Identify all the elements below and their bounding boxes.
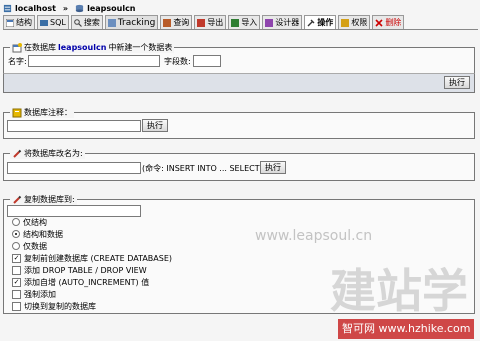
radio-structure-and-data-button[interactable]	[12, 230, 20, 238]
create-table-fieldset: 在数据库 leapsoulcn 中新建一个数据表 名字: 字段数:	[3, 42, 475, 74]
tab-bar: 结构 SQL 搜索 Tracking 查询 导出 导入 设计器 操作 权限 删除	[3, 15, 478, 30]
tab-structure-label: 结构	[16, 18, 32, 27]
tab-query[interactable]: 查询	[160, 15, 193, 29]
watermark-site: www.leapsoul.cn	[255, 228, 373, 244]
tab-drop-label: 删除	[385, 18, 402, 27]
tab-search-label: 搜索	[83, 18, 100, 27]
create-table-legend-suffix: 中新建一个数据表	[108, 43, 173, 52]
copy-db-legend: 复制数据库到:	[10, 194, 77, 205]
radio-structure-only[interactable]: 仅结构	[12, 217, 47, 227]
tab-export[interactable]: 导出	[194, 15, 227, 29]
breadcrumb-database-link[interactable]: leapsoulcn	[87, 4, 135, 13]
copy-db-legend-text: 复制数据库到:	[24, 195, 75, 204]
export-icon	[197, 18, 206, 27]
checkbox-drop-table[interactable]: 添加 DROP TABLE / DROP VIEW	[12, 265, 147, 275]
breadcrumb-server-link[interactable]: localhost	[15, 4, 56, 13]
import-icon	[231, 18, 240, 27]
search-icon	[74, 18, 82, 27]
radio-structure-and-data[interactable]: 结构和数据	[12, 229, 63, 239]
checkbox-force-add-box[interactable]	[12, 289, 21, 299]
tracking-icon	[107, 18, 116, 27]
copy-pencil-icon	[13, 195, 22, 204]
checkbox-switch-db-box[interactable]	[12, 301, 21, 311]
tab-export-label: 导出	[207, 18, 224, 27]
designer-icon	[265, 18, 274, 27]
wrench-icon	[307, 19, 315, 26]
tab-designer-label: 设计器	[275, 18, 300, 27]
checkbox-auto-increment[interactable]: ✓ 添加自增 (AUTO_INCREMENT) 值	[12, 277, 149, 287]
rename-db-legend-text: 将数据库改名为:	[24, 149, 83, 158]
checkbox-switch-db-label: 切换到复制的数据库	[24, 301, 96, 311]
rename-db-legend: 将数据库改名为:	[10, 148, 85, 159]
checkbox-force-add-label: 强制添加	[24, 289, 56, 299]
tab-operations-label: 操作	[317, 18, 334, 27]
comment-icon	[12, 108, 22, 117]
db-comment-legend: 数据库注释：	[10, 107, 74, 118]
radio-data-only-label: 仅数据	[23, 241, 47, 251]
create-table-footer: 执行	[3, 73, 475, 93]
radio-data-only-button[interactable]	[12, 242, 20, 250]
tab-structure[interactable]: 结构	[3, 15, 35, 29]
rename-db-fieldset: 将数据库改名为: (命令: INSERT INTO ... SELECT) 执行	[3, 148, 475, 181]
db-comment-execute-button[interactable]: 执行	[142, 119, 168, 132]
checkbox-auto-increment-box[interactable]: ✓	[12, 277, 21, 287]
database-icon	[75, 4, 84, 12]
checkbox-create-database-box[interactable]: ✓	[12, 253, 21, 263]
db-comment-fieldset: 数据库注释： 执行	[3, 107, 475, 139]
tab-import-label: 导入	[241, 18, 258, 27]
breadcrumb-separator: »	[62, 3, 69, 13]
checkbox-drop-table-label: 添加 DROP TABLE / DROP VIEW	[24, 265, 147, 275]
create-table-legend-db: leapsoulcn	[58, 43, 107, 52]
server-icon	[3, 4, 12, 12]
db-comment-input[interactable]	[7, 120, 141, 132]
checkbox-create-database[interactable]: ✓ 复制前创建数据库 (CREATE DATABASE)	[12, 253, 172, 263]
watermark-brand-small: 智可网 www.hzhike.com	[338, 319, 475, 339]
tab-sql-label: SQL	[50, 18, 66, 27]
tab-tracking-label: Tracking	[117, 17, 156, 28]
rename-db-hint: (命令: INSERT INTO ... SELECT)	[142, 164, 263, 173]
fields-count-label: 字段数:	[164, 57, 191, 66]
tab-operations[interactable]: 操作	[304, 15, 337, 29]
fields-count-input[interactable]	[193, 55, 221, 67]
tab-privileges-label: 权限	[351, 18, 368, 27]
radio-structure-and-data-label: 结构和数据	[23, 229, 63, 239]
tab-tracking[interactable]: Tracking	[104, 15, 159, 29]
checkbox-force-add[interactable]: 强制添加	[12, 289, 56, 299]
tab-query-label: 查询	[173, 18, 190, 27]
checkbox-drop-table-box[interactable]	[12, 265, 21, 275]
watermark-brand-big: 建站学	[330, 264, 468, 318]
copy-db-input[interactable]	[7, 205, 141, 217]
drop-icon	[375, 18, 383, 27]
radio-structure-only-label: 仅结构	[23, 217, 47, 227]
tab-sql[interactable]: SQL	[37, 15, 69, 29]
tab-designer[interactable]: 设计器	[262, 15, 303, 29]
checkbox-auto-increment-label: 添加自增 (AUTO_INCREMENT) 值	[24, 277, 150, 287]
create-table-legend-prefix: 在数据库	[24, 43, 56, 52]
structure-icon	[6, 18, 14, 27]
radio-data-only[interactable]: 仅数据	[12, 241, 47, 251]
privileges-icon	[341, 18, 350, 27]
breadcrumb: localhost » leapsoulcn	[3, 1, 136, 15]
tab-import[interactable]: 导入	[228, 15, 261, 29]
radio-structure-only-button[interactable]	[12, 218, 20, 226]
tab-privileges[interactable]: 权限	[338, 15, 371, 29]
sql-icon	[40, 19, 48, 26]
checkbox-create-database-label: 复制前创建数据库 (CREATE DATABASE)	[24, 253, 173, 263]
table-name-input[interactable]	[28, 55, 160, 67]
rename-db-execute-button[interactable]: 执行	[260, 161, 286, 174]
tab-search[interactable]: 搜索	[70, 15, 103, 29]
rename-db-input[interactable]	[7, 162, 141, 174]
table-name-label: 名字:	[8, 57, 27, 66]
create-table-execute-button[interactable]: 执行	[444, 76, 470, 89]
query-icon	[163, 18, 172, 27]
checkbox-switch-db[interactable]: 切换到复制的数据库	[12, 301, 96, 311]
pencil-icon	[13, 149, 22, 158]
new-table-icon	[12, 42, 22, 52]
create-table-legend: 在数据库 leapsoulcn 中新建一个数据表	[10, 42, 175, 53]
db-comment-legend-text: 数据库注释：	[24, 108, 72, 117]
tab-drop[interactable]: 删除	[372, 15, 405, 29]
